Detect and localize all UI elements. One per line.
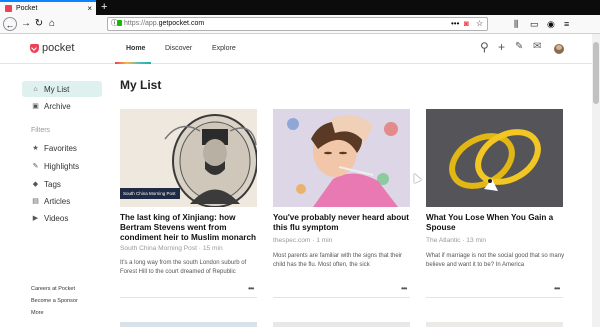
page-title: My List — [120, 78, 162, 92]
source-badge: South China Morning Post — [120, 188, 180, 199]
article-card[interactable]: You've probably never heard about this f… — [273, 109, 410, 298]
pocket-header: pocket Home Discover Explore ⚲ + ✎ ✉ — [0, 34, 592, 64]
pocket-logo-icon — [30, 43, 39, 53]
home-icon: ⌂ — [33, 85, 38, 93]
sidebar-item-my-list[interactable]: ⌂ My List — [22, 81, 102, 97]
account-icon[interactable]: ◉ — [547, 18, 555, 30]
new-tab-button[interactable]: + — [101, 0, 107, 14]
star-icon: ★ — [32, 145, 39, 152]
sidebar-item-tags[interactable]: ◆ Tags — [22, 176, 102, 192]
sidebar-item-articles[interactable]: ▤ Articles — [22, 193, 102, 209]
article-icon: ▤ — [32, 198, 39, 205]
pocket-save-icon[interactable]: ◙ — [464, 18, 469, 30]
back-icon[interactable]: ← — [3, 17, 17, 31]
article-thumbnail[interactable] — [273, 109, 410, 207]
article-source: South China Morning Post · 15 min — [120, 245, 223, 252]
mail-icon[interactable]: ✉ — [533, 40, 541, 54]
mouse-cursor-icon — [410, 171, 422, 184]
url-prefix: https://app. — [124, 20, 159, 27]
more-options-icon[interactable]: ••• — [401, 284, 407, 293]
tab-title: Pocket — [16, 5, 38, 12]
browser-nav-bar: ← → ↻ ⌂ ⓘ https://app.getpocket.com ••• … — [0, 15, 600, 34]
article-card[interactable]: South China Morning Post The last king o… — [120, 109, 257, 298]
search-icon[interactable]: ⚲ — [480, 40, 489, 54]
footer-link-sponsor[interactable]: Become a Sponsor — [31, 298, 78, 304]
sick-child-image — [273, 109, 410, 207]
tab-close-icon[interactable]: × — [87, 4, 92, 13]
url-bar[interactable]: ⓘ https://app.getpocket.com ••• ◙ ☆ — [107, 17, 488, 31]
article-source: The Atlantic · 13 min — [426, 237, 487, 244]
menu-icon[interactable]: ≡ — [564, 18, 569, 30]
page-actions-icon[interactable]: ••• — [451, 18, 459, 30]
active-nav-underline — [115, 62, 151, 64]
browser-tab-bar: Pocket × + — [0, 0, 600, 15]
add-icon[interactable]: + — [498, 40, 505, 54]
tag-icon: ◆ — [32, 181, 39, 188]
highlighter-icon: ✎ — [32, 163, 39, 170]
home-icon[interactable]: ⌂ — [45, 17, 59, 31]
browser-tab[interactable]: Pocket × — [0, 0, 96, 15]
sidebar-icon[interactable]: ▭ — [530, 18, 539, 30]
more-options-icon[interactable]: ••• — [248, 284, 254, 293]
article-excerpt: What if marriage is not the social good … — [426, 253, 565, 268]
pocket-favicon-icon — [5, 5, 12, 12]
card-divider — [273, 297, 410, 298]
scrollbar[interactable] — [592, 34, 600, 327]
article-thumbnail[interactable] — [426, 109, 563, 207]
more-options-icon[interactable]: ••• — [554, 284, 560, 293]
sidebar-item-label: Videos — [44, 213, 69, 223]
article-title[interactable]: You've probably never heard about this f… — [273, 213, 413, 233]
sidebar-item-label: Articles — [44, 196, 71, 206]
card-divider — [426, 297, 563, 298]
article-title[interactable]: The last king of Xinjiang: how Bertram S… — [120, 213, 260, 243]
archive-icon: ▣ — [32, 103, 39, 110]
sidebar-item-videos[interactable]: ▶ Videos — [22, 210, 102, 226]
card-divider — [120, 297, 257, 298]
nav-explore[interactable]: Explore — [212, 45, 236, 52]
footer-link-careers[interactable]: Careers at Pocket — [31, 286, 75, 292]
next-card-preview — [273, 322, 410, 327]
bookmark-star-icon[interactable]: ☆ — [476, 18, 483, 30]
pocket-logo[interactable]: pocket — [30, 42, 74, 54]
next-card-preview — [426, 322, 563, 327]
sidebar-item-label: Tags — [44, 179, 61, 189]
video-icon: ▶ — [32, 215, 39, 222]
next-card-preview — [120, 322, 257, 327]
sidebar-item-archive[interactable]: ▣ Archive — [22, 98, 102, 114]
footer-link-more[interactable]: More — [31, 310, 44, 316]
nav-discover[interactable]: Discover — [165, 45, 192, 52]
article-title[interactable]: What You Lose When You Gain a Spouse — [426, 213, 566, 233]
highlight-icon[interactable]: ✎ — [515, 40, 523, 54]
sidebar-item-favorites[interactable]: ★ Favorites — [22, 140, 102, 156]
sidebar-item-label: My List — [44, 84, 70, 94]
article-thumbnail[interactable]: South China Morning Post — [120, 109, 257, 207]
sidebar-item-label: Favorites — [44, 143, 77, 153]
article-excerpt: Most parents are familiar with the signs… — [273, 253, 403, 268]
lock-icon — [117, 20, 122, 26]
avatar[interactable] — [554, 44, 564, 54]
nav-home[interactable]: Home — [126, 45, 145, 52]
rings-illustration-image — [426, 109, 563, 207]
sidebar-item-highlights[interactable]: ✎ Highlights — [22, 158, 102, 174]
url-host: getpocket.com — [158, 20, 205, 27]
sidebar-item-label: Archive — [44, 101, 71, 111]
article-card[interactable]: What You Lose When You Gain a Spouse The… — [426, 109, 564, 298]
sidebar-item-label: Highlights — [44, 161, 80, 171]
forward-icon[interactable]: → — [19, 17, 33, 31]
article-excerpt: It's a long way from the south London su… — [120, 260, 247, 275]
library-icon[interactable]: ⫼ — [514, 18, 518, 30]
reload-icon[interactable]: ↻ — [32, 17, 46, 31]
filters-heading: Filters — [31, 127, 51, 134]
article-source: thespec.com · 1 min — [273, 237, 333, 244]
logo-text: pocket — [42, 42, 75, 54]
scrollbar-thumb[interactable] — [593, 42, 599, 104]
